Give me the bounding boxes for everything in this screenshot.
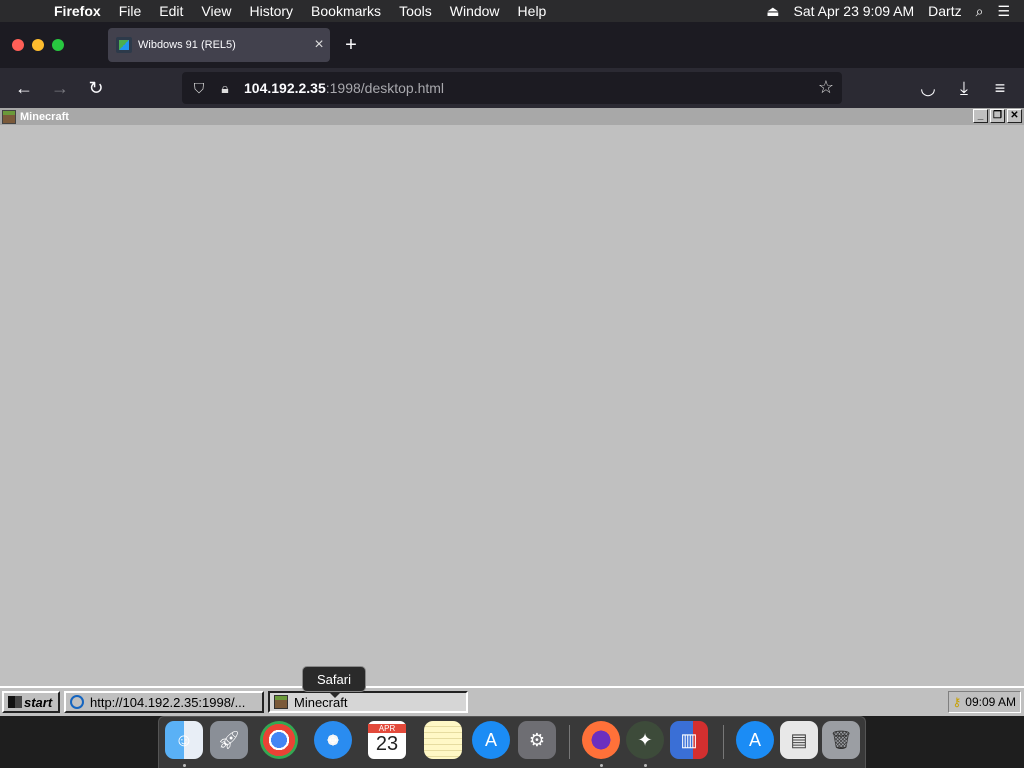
menu-history[interactable]: History [240, 3, 302, 19]
downloads-icon[interactable]: ⤓ [952, 76, 976, 100]
window-controls [12, 39, 64, 51]
web-desktop: Minecraft _ ❐ ✕ start http://104.192.2.3… [0, 108, 1024, 716]
mac-menu-bar: Firefox File Edit View History Bookmarks… [0, 0, 1024, 22]
minimize-icon[interactable]: _ [973, 109, 988, 123]
spotlight-search-icon[interactable]: ⌕ [976, 3, 984, 20]
tab-title: Wibdows 91 (REL5) [138, 39, 236, 51]
control-center-icon[interactable]: ☰ [997, 3, 1010, 20]
back-arrow-icon[interactable]: ← [12, 76, 36, 100]
zoom-window-button[interactable] [52, 39, 64, 51]
start-label: start [24, 694, 53, 710]
browser-tab-strip: Wibdows 91 (REL5) × + [0, 22, 1024, 68]
url-path: :1998/desktop.html [325, 80, 445, 96]
menu-app-firefox[interactable]: Firefox [44, 3, 110, 19]
running-indicator [644, 764, 647, 767]
running-indicator [600, 764, 603, 767]
minimize-window-button[interactable] [32, 39, 44, 51]
window-buttons: _ ❐ ✕ [973, 109, 1022, 123]
notes-icon[interactable] [424, 721, 462, 759]
dock-separator [723, 725, 724, 759]
forward-arrow-icon[interactable]: → [48, 76, 72, 100]
browser-nav-bar: ← → ↻ ⛉ 🔒︎ 104.192.2.35:1998/desktop.htm… [0, 68, 1024, 108]
close-window-button[interactable] [12, 39, 24, 51]
taskbar-item-minecraft[interactable]: Minecraft [268, 691, 468, 713]
start-button[interactable]: start [2, 691, 60, 713]
menu-help[interactable]: Help [509, 3, 556, 19]
tray-clock[interactable]: 09:09 AM [965, 695, 1016, 709]
calendar-icon[interactable]: APR 23 [368, 721, 406, 759]
firefox-icon[interactable] [582, 721, 620, 759]
app-store-folder-icon[interactable]: A [736, 721, 774, 759]
menu-file[interactable]: File [110, 3, 151, 19]
url-host: 104.192.2.35 [244, 80, 326, 96]
document-stack-icon[interactable]: ▤ [780, 721, 818, 759]
running-indicator [183, 764, 186, 767]
taskbar-item-browser[interactable]: http://104.192.2.35:1998/... [64, 691, 264, 713]
menu-bookmarks[interactable]: Bookmarks [302, 3, 390, 19]
launchpad-icon[interactable]: 🚀︎ [210, 721, 248, 759]
calendar-month: APR [368, 724, 406, 733]
calendar-day: 23 [375, 733, 399, 755]
dock-separator [569, 725, 570, 759]
system-preferences-gear-icon[interactable]: ⚙ [518, 721, 556, 759]
minecraft-block-icon [274, 695, 288, 709]
trash-icon[interactable]: 🗑︎ [822, 721, 860, 759]
browser-tab[interactable]: Wibdows 91 (REL5) × [108, 28, 330, 62]
app-menu-icon[interactable]: ≡ [988, 76, 1012, 100]
mac-dock: ☺ 🚀︎ ⌖ APR 23 A ⚙ ✦ ▥ A ▤ 🗑︎ [158, 716, 866, 768]
dock-tooltip: Safari [302, 666, 366, 698]
menubar-user[interactable]: Dartz [928, 3, 961, 19]
safari-icon[interactable]: ⌖ [314, 721, 352, 759]
lock-icon[interactable]: 🔒︎ [216, 80, 234, 97]
reload-icon[interactable]: ↻ [84, 76, 108, 100]
minecraft-block-icon [2, 109, 16, 124]
start-logo-icon [8, 696, 22, 708]
key-icon: ⚷ [952, 695, 962, 709]
menu-view[interactable]: View [192, 3, 240, 19]
app-store-icon[interactable]: A [472, 721, 510, 759]
tracking-shield-icon[interactable]: ⛉ [190, 80, 208, 97]
taskbar-item-label: http://104.192.2.35:1998/... [90, 694, 246, 710]
bookmark-star-icon[interactable]: ☆ [818, 77, 834, 98]
minecraft-window-titlebar[interactable]: Minecraft _ ❐ ✕ [0, 108, 1024, 125]
pocket-icon[interactable]: ◡ [916, 76, 940, 100]
win91-taskbar: start http://104.192.2.35:1998/... Minec… [0, 686, 1024, 716]
menu-tools[interactable]: Tools [390, 3, 441, 19]
parallels-icon[interactable]: ▥ [670, 721, 708, 759]
menubar-datetime[interactable]: Sat Apr 23 9:09 AM [794, 3, 915, 19]
new-tab-plus-icon[interactable]: + [340, 34, 362, 57]
menu-edit[interactable]: Edit [150, 3, 192, 19]
eject-icon[interactable]: ⏏ [766, 3, 779, 20]
finder-icon[interactable]: ☺ [165, 721, 203, 759]
chrome-icon[interactable] [260, 721, 298, 759]
internet-explorer-icon [70, 695, 84, 709]
restore-icon[interactable]: ❐ [990, 109, 1005, 123]
url-bar[interactable]: ⛉ 🔒︎ 104.192.2.35:1998/desktop.html ☆ [182, 72, 842, 104]
system-tray: ⚷ 09:09 AM [947, 691, 1021, 713]
window-title: Minecraft [20, 110, 69, 123]
scrobbler-icon[interactable]: ✦ [626, 721, 664, 759]
menu-window[interactable]: Window [441, 3, 509, 19]
close-icon[interactable]: ✕ [1007, 109, 1022, 123]
tab-close-icon[interactable]: × [308, 36, 330, 54]
tab-favicon-icon [116, 37, 132, 53]
